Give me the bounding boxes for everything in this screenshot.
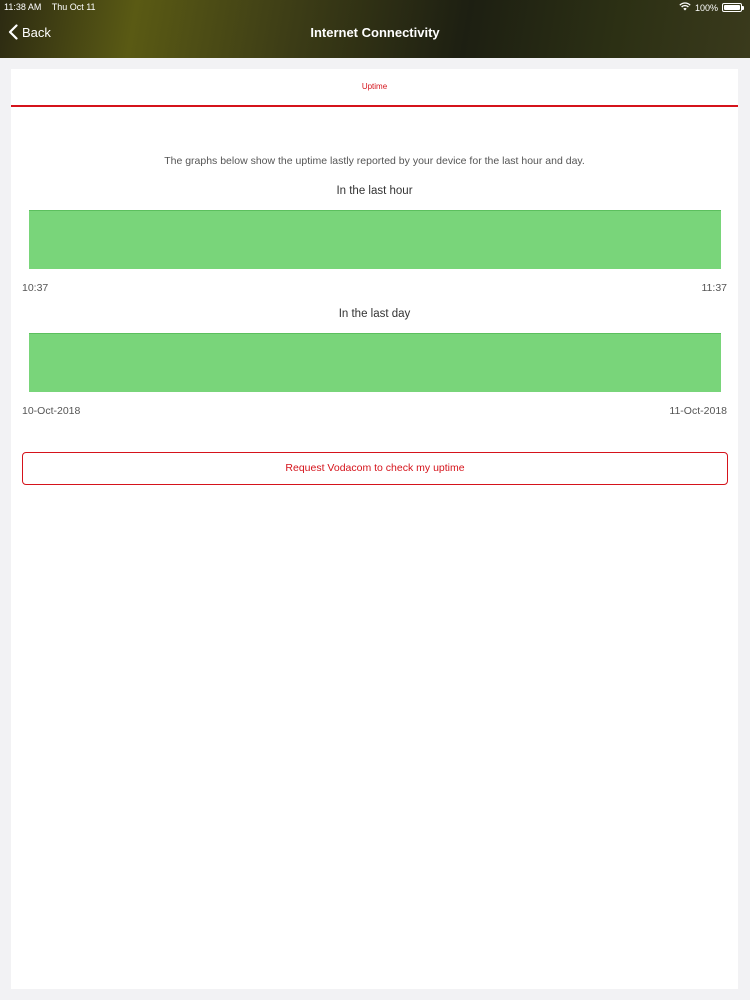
tab-uptime[interactable]: Uptime — [11, 69, 738, 107]
status-date: Thu Oct 11 — [51, 2, 96, 12]
navigation-header: 11:38 AM Thu Oct 11 100% Back Internet C… — [0, 0, 750, 58]
hour-uptime-bar — [29, 210, 721, 269]
hour-start-label: 10:37 — [22, 282, 49, 294]
battery-percent: 100% — [694, 2, 718, 13]
status-bar: 11:38 AM Thu Oct 11 100% — [0, 0, 750, 14]
request-uptime-check-button[interactable]: Request Vodacom to check my uptime — [22, 452, 728, 485]
day-start-label: 10-Oct-2018 — [22, 405, 81, 417]
battery-level — [724, 5, 740, 10]
day-uptime-fill — [29, 333, 721, 392]
hour-uptime-fill — [29, 210, 721, 269]
hour-graph-title: In the last hour — [336, 185, 413, 197]
wifi-icon — [679, 2, 691, 13]
day-end-label: 11-Oct-2018 — [669, 405, 727, 417]
battery-icon — [722, 3, 744, 12]
day-graph-title: In the last day — [338, 308, 411, 320]
hour-end-label: 11:37 — [701, 282, 728, 294]
uptime-card: Uptime The graphs below show the uptime … — [11, 69, 738, 989]
uptime-description: The graphs below show the uptime lastly … — [164, 155, 585, 167]
day-uptime-bar — [29, 333, 721, 392]
tab-uptime-label: Uptime — [361, 82, 388, 91]
page-title: Internet Connectivity — [310, 25, 440, 40]
status-time: 11:38 AM — [4, 2, 42, 12]
